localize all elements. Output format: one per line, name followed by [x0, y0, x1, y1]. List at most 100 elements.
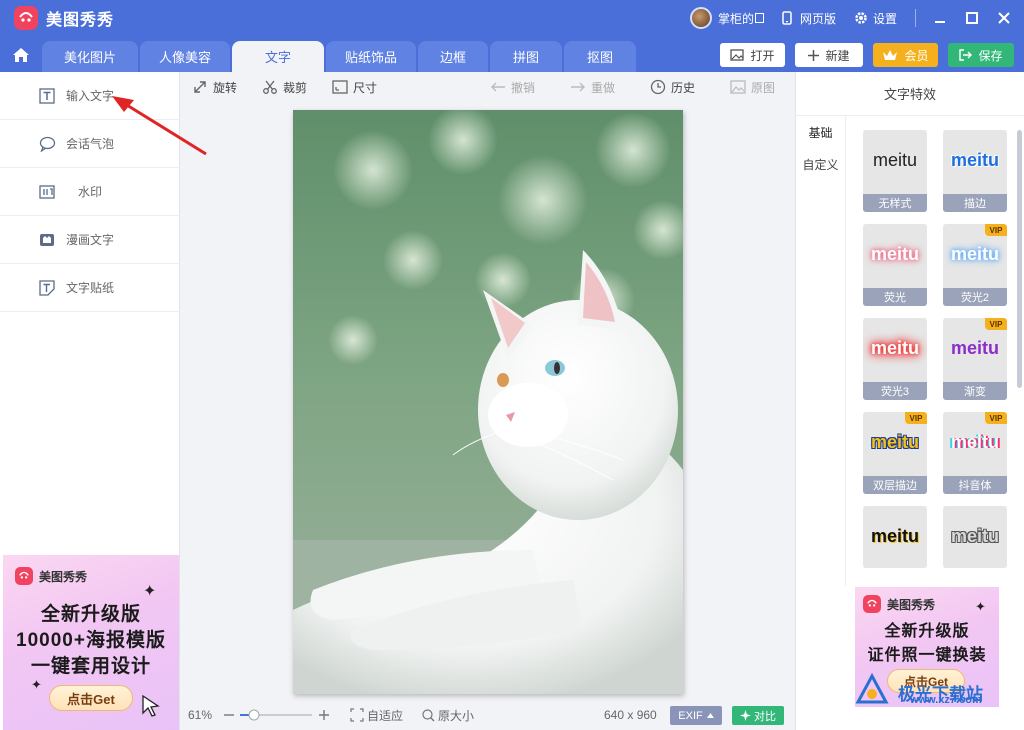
actual-size-label[interactable]: 原大小	[438, 707, 474, 724]
web-version-link[interactable]: 网页版	[782, 10, 836, 27]
tab-label[interactable]: 拼图	[513, 47, 539, 66]
tab-label[interactable]: 文字	[265, 47, 291, 66]
menu-item-label[interactable]: 漫画文字	[66, 231, 114, 248]
history-label[interactable]: 历史	[671, 79, 695, 96]
tab-beautify[interactable]: 美化图片	[42, 41, 138, 72]
tab-borders[interactable]: 边框	[418, 41, 488, 72]
sparkle-icon: ✦	[975, 599, 986, 614]
original-label[interactable]: 原图	[751, 79, 775, 96]
caret-up-icon	[706, 713, 714, 718]
effect-tile[interactable]: meitu 荧光3	[863, 318, 927, 400]
settings-label[interactable]: 设置	[873, 10, 897, 27]
effect-sample: meitu	[950, 338, 999, 358]
exif-label[interactable]: EXIF	[678, 710, 702, 722]
undo-button[interactable]: 撤销	[490, 72, 535, 102]
home-button[interactable]	[9, 44, 33, 66]
minimize-button[interactable]	[924, 0, 956, 36]
menu-item-input-text[interactable]: 输入文字	[0, 72, 179, 120]
tab-custom[interactable]: 自定义	[796, 148, 845, 180]
rotate-button[interactable]: 旋转	[192, 72, 237, 102]
zoom-in-button[interactable]	[319, 700, 329, 730]
open-label[interactable]: 打开	[750, 47, 774, 64]
crop-label[interactable]: 裁剪	[283, 79, 307, 96]
compare-button[interactable]: 对比	[732, 706, 784, 725]
effect-sample: meitu	[950, 526, 999, 546]
exif-button[interactable]: EXIF	[670, 706, 722, 725]
redo-arrow-icon	[571, 82, 585, 92]
maximize-button[interactable]	[956, 0, 988, 36]
tab-collage[interactable]: 拼图	[490, 41, 562, 72]
menu-item-comic-text[interactable]: 漫画文字	[0, 216, 179, 264]
effect-label: 荧光2	[943, 288, 1007, 306]
avatar[interactable]	[689, 7, 712, 29]
member-label[interactable]: 会员	[904, 47, 928, 64]
open-button[interactable]: 打开	[720, 43, 785, 67]
effect-tile[interactable]: meitu 描边	[943, 130, 1007, 212]
promo-get-button[interactable]: 点击Get	[49, 685, 133, 711]
resize-label[interactable]: 尺寸	[353, 79, 377, 96]
menu-item-speech-bubble[interactable]: 会话气泡	[0, 120, 179, 168]
compare-label[interactable]: 对比	[754, 708, 776, 724]
effect-tile[interactable]: VIP meitu 渐变	[943, 318, 1007, 400]
gear-icon	[855, 12, 867, 24]
effect-tile[interactable]: VIP meitu 抖音体	[943, 412, 1007, 494]
member-button[interactable]: 会员	[873, 43, 938, 67]
save-label[interactable]: 保存	[978, 47, 1002, 64]
user-account[interactable]: 掌柜的	[689, 7, 764, 29]
user-name[interactable]: 掌柜的	[718, 10, 754, 27]
rotate-label[interactable]: 旋转	[213, 79, 237, 96]
effect-tile[interactable]: VIP meitu 荧光2	[943, 224, 1007, 306]
original-button[interactable]: 原图	[730, 72, 775, 102]
new-button[interactable]: 新建	[795, 43, 863, 67]
effect-category-tabs: 基础 自定义	[796, 116, 845, 586]
effect-tile[interactable]: meitu 荧光	[863, 224, 927, 306]
zoom-slider-track[interactable]	[240, 708, 316, 722]
menu-item-watermark[interactable]: 水印	[0, 168, 179, 216]
promo-banner-left[interactable]: 美图秀秀 ✦ 全新升级版 10000+海报模版 一键套用设计 ✦ 点击Get	[3, 555, 179, 730]
tab-label[interactable]: 人像美容	[159, 47, 211, 66]
redo-button[interactable]: 重做	[570, 72, 615, 102]
tab-label[interactable]: 抠图	[587, 47, 613, 66]
tab-label[interactable]: 边框	[440, 47, 466, 66]
tab-basic[interactable]: 基础	[796, 116, 845, 148]
tab-text[interactable]: 文字	[232, 41, 324, 72]
zoom-out-button[interactable]	[224, 700, 234, 730]
effects-scrollbar[interactable]	[1017, 130, 1022, 388]
settings-button[interactable]: 设置	[854, 10, 897, 27]
zoom-slider[interactable]	[240, 700, 316, 730]
crop-button[interactable]: 裁剪	[262, 72, 307, 102]
effect-tile[interactable]: meitu 无样式	[863, 130, 927, 212]
photo-canvas[interactable]	[293, 110, 683, 694]
fit-button[interactable]: 自适应	[350, 700, 403, 730]
promo-button-label[interactable]: 点击Get	[67, 689, 115, 708]
menu-item-label[interactable]: 会话气泡	[66, 135, 114, 152]
tab-stickers[interactable]: 贴纸饰品	[326, 41, 416, 72]
undo-label[interactable]: 撤销	[511, 79, 535, 96]
history-button[interactable]: 历史	[650, 72, 695, 102]
redo-label[interactable]: 重做	[591, 79, 615, 96]
menu-item-text-sticker[interactable]: 文字贴纸	[0, 264, 179, 312]
close-button[interactable]	[988, 0, 1020, 36]
effect-tile[interactable]: meitu	[943, 506, 1007, 568]
resize-button[interactable]: 尺寸	[332, 72, 377, 102]
new-label[interactable]: 新建	[825, 47, 849, 64]
save-button[interactable]: 保存	[948, 43, 1014, 67]
tab-cutout[interactable]: 抠图	[564, 41, 636, 72]
actual-size-button[interactable]: 原大小	[422, 700, 474, 730]
menu-item-label[interactable]: 水印	[78, 183, 102, 200]
effect-tile[interactable]: meitu	[863, 506, 927, 568]
web-version-label[interactable]: 网页版	[800, 10, 836, 27]
text-input-icon	[38, 87, 56, 105]
tab-portrait[interactable]: 人像美容	[140, 41, 230, 72]
tab-label[interactable]: 贴纸饰品	[345, 47, 397, 66]
text-effects-panel: 文字特效 基础 自定义 meitu 无样式 meitu 描边 meitu 荧光 …	[795, 72, 1024, 730]
effect-tile[interactable]: VIP meitu 双层描边	[863, 412, 927, 494]
menu-item-label[interactable]: 输入文字	[66, 87, 114, 104]
fit-label[interactable]: 自适应	[367, 707, 403, 724]
promo-brand-name: 美图秀秀	[887, 597, 936, 612]
divider	[845, 116, 846, 586]
watermark-url: www.xz7.com	[910, 694, 982, 706]
tab-label[interactable]: 美化图片	[64, 47, 116, 66]
magnifier-icon	[422, 708, 435, 721]
menu-item-label[interactable]: 文字贴纸	[66, 279, 114, 296]
